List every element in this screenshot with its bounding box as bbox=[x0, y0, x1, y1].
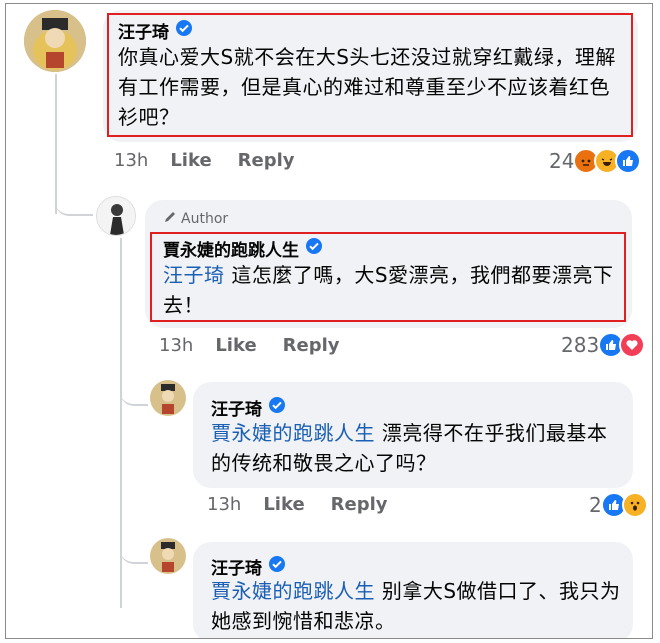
mention-link[interactable]: 賈永婕的跑跳人生 bbox=[211, 579, 375, 603]
mention-link[interactable]: 汪子琦 bbox=[163, 263, 225, 287]
screenshot-frame: 汪子琦 你真心爱大S就不会在大S头七还没过就穿红戴绿，理解有工作需要，但是真心的… bbox=[5, 3, 653, 639]
timestamp[interactable]: 13h bbox=[207, 494, 241, 515]
comment-text-body: 這怎麼了嗎，大S愛漂亮，我們都要漂亮下去！ bbox=[163, 263, 614, 317]
commenter-name[interactable]: 賈永婕的跑跳人生 bbox=[163, 236, 323, 261]
commenter-name-text[interactable]: 賈永婕的跑跳人生 bbox=[163, 236, 299, 261]
commenter-name[interactable]: 汪子琦 bbox=[211, 395, 286, 420]
reaction-summary[interactable]: 2 bbox=[589, 492, 648, 518]
comment-actions: 13h Like Reply bbox=[114, 150, 321, 171]
like-reaction-icon bbox=[615, 148, 642, 174]
verified-icon bbox=[175, 19, 193, 42]
reaction-summary[interactable]: 24 bbox=[549, 148, 642, 174]
pencil-icon bbox=[163, 210, 177, 228]
love-reaction-icon bbox=[619, 332, 646, 358]
thread-connector bbox=[120, 374, 148, 406]
mention-link[interactable]: 賈永婕的跑跳人生 bbox=[211, 421, 375, 445]
avatar[interactable] bbox=[24, 10, 86, 72]
like-button[interactable]: Like bbox=[215, 335, 256, 356]
reply-button[interactable]: Reply bbox=[238, 150, 295, 171]
avatar[interactable] bbox=[96, 196, 136, 236]
reaction-count: 24 bbox=[549, 149, 575, 173]
reply-button[interactable]: Reply bbox=[331, 494, 388, 515]
timestamp[interactable]: 13h bbox=[114, 150, 148, 171]
verified-icon bbox=[268, 555, 286, 578]
comment-actions: 13h Like Reply bbox=[207, 494, 414, 515]
comment-text: 賈永婕的跑跳人生 别拿大S做借口了、我只为她感到惋惜和悲凉。 bbox=[211, 576, 626, 636]
comment-text-body: 你真心爱大S就不会在大S头七还没过就穿红戴绿，理解有工作需要，但是真心的难过和尊… bbox=[118, 45, 616, 129]
avatar[interactable] bbox=[150, 538, 186, 574]
thread-connector bbox=[120, 532, 148, 564]
like-button[interactable]: Like bbox=[170, 150, 211, 171]
commenter-name[interactable]: 汪子琦 bbox=[118, 18, 193, 43]
comment-text: 汪子琦 這怎麼了嗎，大S愛漂亮，我們都要漂亮下去！ bbox=[163, 260, 618, 320]
commenter-name-text[interactable]: 汪子琦 bbox=[211, 395, 262, 420]
reply-button[interactable]: Reply bbox=[283, 335, 340, 356]
verified-icon bbox=[305, 237, 323, 260]
timestamp[interactable]: 13h bbox=[159, 335, 193, 356]
avatar[interactable] bbox=[150, 380, 186, 416]
reaction-count: 2 bbox=[589, 493, 602, 517]
author-badge: Author bbox=[163, 210, 228, 228]
reaction-summary[interactable]: 283 bbox=[561, 332, 646, 358]
wow-reaction-icon bbox=[621, 492, 648, 518]
like-button[interactable]: Like bbox=[263, 494, 304, 515]
author-badge-label: Author bbox=[181, 211, 229, 227]
verified-icon bbox=[268, 396, 286, 419]
comment-text: 你真心爱大S就不会在大S头七还没过就穿红戴绿，理解有工作需要，但是真心的难过和尊… bbox=[118, 42, 628, 132]
thread-connector bbox=[55, 184, 93, 216]
commenter-name-text[interactable]: 汪子琦 bbox=[118, 18, 169, 43]
comment-actions: 13h Like Reply bbox=[159, 335, 366, 356]
reaction-count: 283 bbox=[561, 333, 600, 357]
comment-text: 賈永婕的跑跳人生 漂亮得不在乎我们最基本的传统和敬畏之心了吗？ bbox=[211, 418, 626, 478]
